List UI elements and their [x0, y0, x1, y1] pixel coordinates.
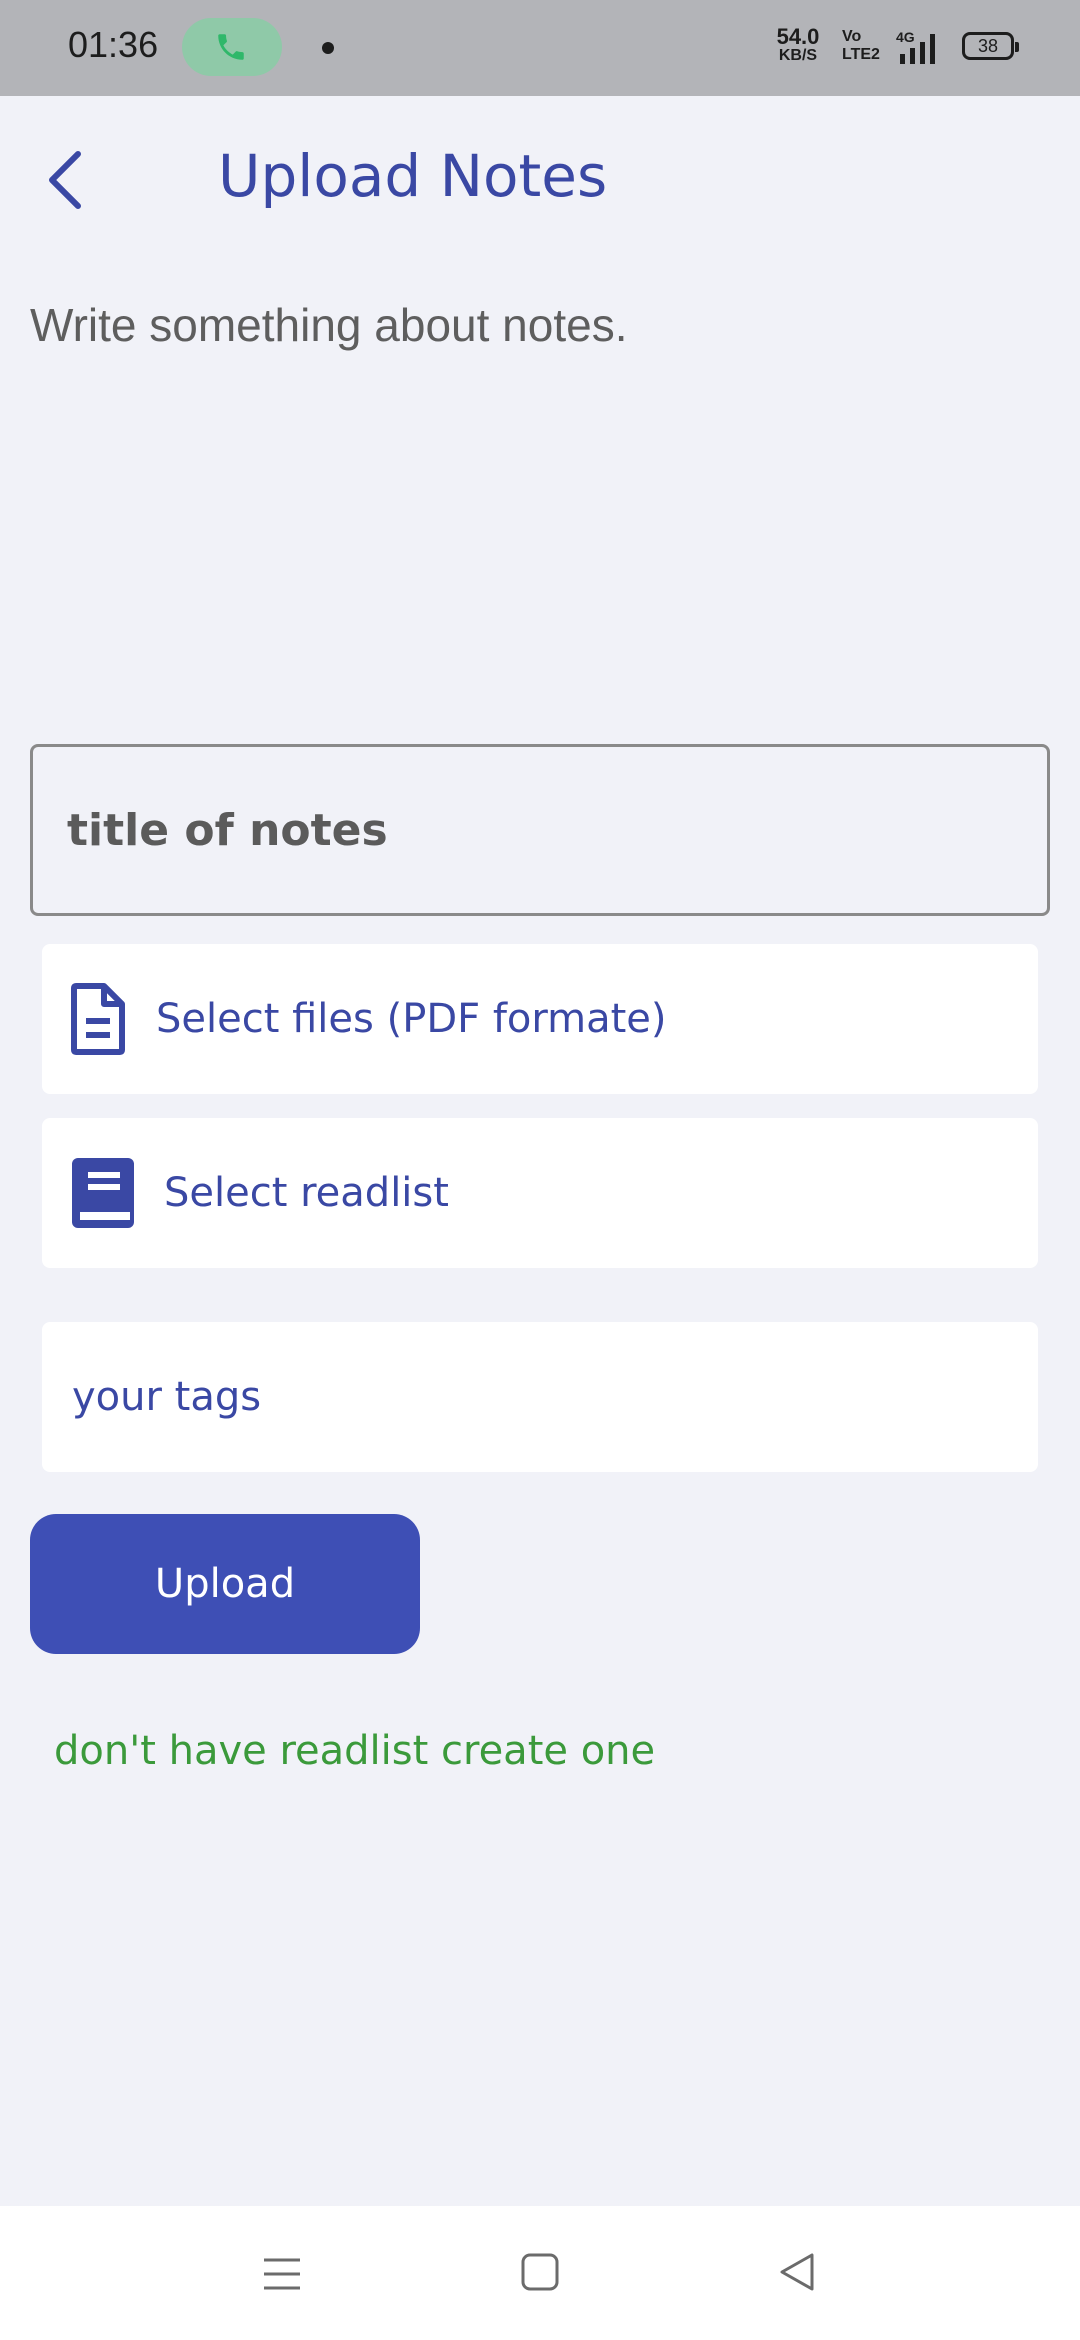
title-input[interactable] — [30, 744, 1050, 916]
status-bar: 01:36 54.0 KB/S Vo LTE2 4G 38 — [0, 0, 1080, 96]
upload-button[interactable]: Upload — [30, 1514, 420, 1654]
volte-indicator: Vo LTE2 — [842, 28, 880, 64]
select-files-label: Select files (PDF formate) — [156, 996, 667, 1042]
network-speed: 54.0 KB/S — [770, 26, 826, 64]
network-speed-value: 54.0 — [776, 24, 820, 49]
home-square-icon[interactable] — [518, 2250, 562, 2294]
tags-input[interactable] — [42, 1322, 1038, 1472]
signal-icon: 4G — [896, 29, 935, 64]
description-text[interactable]: Write something about notes. — [30, 298, 627, 352]
file-document-icon — [71, 983, 125, 1055]
battery-icon: 38 — [962, 32, 1019, 60]
network-type: 4G — [896, 29, 915, 45]
create-readlist-link[interactable]: don't have readlist create one — [54, 1728, 655, 1774]
ongoing-call-indicator[interactable] — [182, 18, 282, 76]
select-readlist-label: Select readlist — [164, 1170, 449, 1216]
network-speed-unit: KB/S — [778, 47, 818, 64]
volte-bottom: LTE2 — [842, 46, 880, 63]
notification-dot — [322, 42, 334, 54]
system-navigation-bar — [0, 2206, 1080, 2340]
page-title: Upload Notes — [218, 142, 608, 210]
volte-top: Vo — [842, 28, 862, 45]
chevron-left-icon — [49, 151, 81, 209]
back-button[interactable] — [36, 140, 96, 220]
phone-icon — [218, 34, 244, 60]
status-time: 01:36 — [68, 24, 159, 65]
book-icon — [72, 1158, 134, 1228]
back-triangle-icon[interactable] — [776, 2250, 820, 2294]
menu-icon[interactable] — [260, 2252, 304, 2296]
select-files-button[interactable]: Select files (PDF formate) — [42, 944, 1038, 1094]
select-readlist-button[interactable]: Select readlist — [42, 1118, 1038, 1268]
